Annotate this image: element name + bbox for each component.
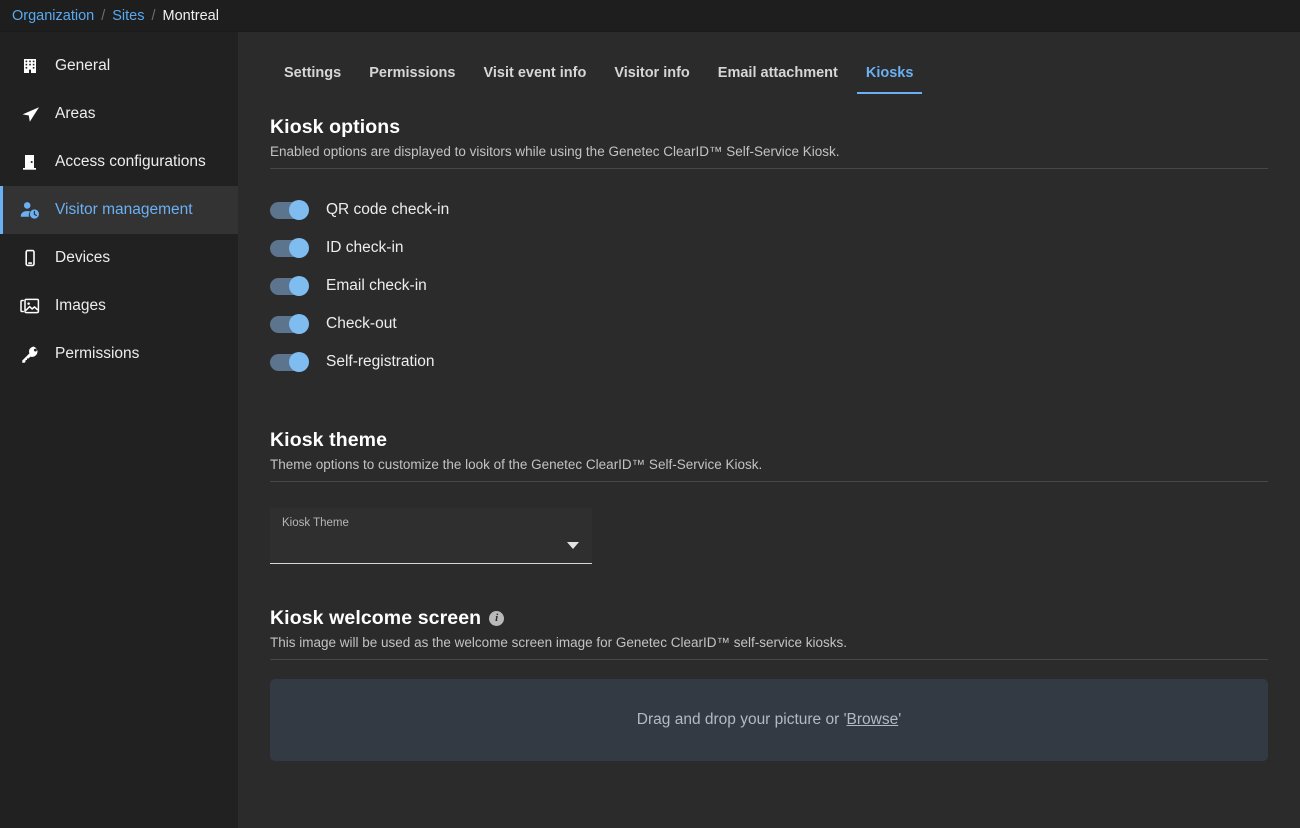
kiosk-welcome-screen-title: Kiosk welcome screen i: [270, 607, 1268, 630]
kiosk-theme-select-value: [282, 533, 580, 551]
toggle-email-check-in[interactable]: [270, 278, 308, 295]
toggle-label: Self-registration: [326, 353, 435, 371]
sidebar-item-label: Access configurations: [55, 153, 206, 171]
chevron-down-icon[interactable]: [567, 542, 579, 549]
key-icon: [17, 341, 43, 367]
browse-link[interactable]: Browse: [847, 711, 899, 729]
toggle-label: Email check-in: [326, 277, 427, 295]
navigation-arrow-icon: [17, 101, 43, 127]
building-icon: [17, 53, 43, 79]
kiosk-theme-select-label: Kiosk Theme: [282, 517, 580, 529]
welcome-screen-dropzone[interactable]: Drag and drop your picture or 'Browse': [270, 679, 1268, 761]
kiosk-theme-description: Theme options to customize the look of t…: [270, 457, 1268, 472]
sidebar-item-visitor-management[interactable]: Visitor management: [0, 186, 238, 234]
sidebar-item-permissions[interactable]: Permissions: [0, 330, 238, 378]
section-divider: [270, 659, 1268, 660]
toggle-row-email-check-in: Email check-in: [270, 267, 1268, 305]
kiosk-theme-select[interactable]: Kiosk Theme: [270, 508, 592, 564]
tab-settings[interactable]: Settings: [270, 65, 355, 94]
toggle-row-check-out: Check-out: [270, 305, 1268, 343]
section-divider: [270, 481, 1268, 482]
sidebar-item-label: Devices: [55, 249, 110, 267]
toggle-knob: [289, 200, 309, 220]
section-divider: [270, 168, 1268, 169]
sidebar-item-devices[interactable]: Devices: [0, 234, 238, 282]
door-icon: [17, 149, 43, 175]
info-icon[interactable]: i: [489, 611, 504, 626]
kiosk-theme-section: Kiosk theme Theme options to customize t…: [270, 429, 1268, 564]
tab-visit-event-info[interactable]: Visit event info: [469, 65, 600, 94]
visitor-clock-icon: [17, 197, 43, 223]
tab-kiosks[interactable]: Kiosks: [852, 65, 928, 94]
sidebar-item-label: Permissions: [55, 345, 139, 363]
toggle-self-registration[interactable]: [270, 354, 308, 371]
sidebar-item-label: Visitor management: [55, 201, 193, 219]
toggle-check-out[interactable]: [270, 316, 308, 333]
kiosk-options-description: Enabled options are displayed to visitor…: [270, 144, 1268, 159]
toggle-label: Check-out: [326, 315, 397, 333]
sidebar: General Areas Access configurations: [0, 32, 238, 828]
toggle-row-qr-code-check-in: QR code check-in: [270, 191, 1268, 229]
sidebar-item-label: Images: [55, 297, 106, 315]
toggle-knob: [289, 314, 309, 334]
kiosk-welcome-screen-section: Kiosk welcome screen i This image will b…: [270, 607, 1268, 761]
tab-permissions[interactable]: Permissions: [355, 65, 469, 94]
kiosk-options-section: Kiosk options Enabled options are displa…: [270, 116, 1268, 381]
toggle-knob: [289, 276, 309, 296]
app-shell: General Areas Access configurations: [0, 32, 1300, 828]
dropzone-text-after: ': [898, 711, 901, 729]
breadcrumb-separator: /: [101, 8, 105, 24]
toggle-knob: [289, 352, 309, 372]
breadcrumb-item-current: Montreal: [163, 8, 219, 24]
sidebar-item-areas[interactable]: Areas: [0, 90, 238, 138]
kiosk-welcome-screen-title-text: Kiosk welcome screen: [270, 607, 481, 630]
sidebar-item-images[interactable]: Images: [0, 282, 238, 330]
sidebar-item-access-configurations[interactable]: Access configurations: [0, 138, 238, 186]
tab-visitor-info[interactable]: Visitor info: [600, 65, 703, 94]
kiosk-options-title: Kiosk options: [270, 116, 1268, 139]
toggle-id-check-in[interactable]: [270, 240, 308, 257]
mobile-device-icon: [17, 245, 43, 271]
toggle-label: ID check-in: [326, 239, 404, 257]
toggle-qr-code-check-in[interactable]: [270, 202, 308, 219]
tab-bar: Settings Permissions Visit event info Vi…: [270, 32, 1268, 94]
breadcrumb-item-sites[interactable]: Sites: [112, 8, 144, 24]
toggle-row-self-registration: Self-registration: [270, 343, 1268, 381]
kiosk-options-toggle-list: QR code check-in ID check-in Email check…: [270, 191, 1268, 381]
kiosk-theme-field-wrap: Kiosk Theme: [270, 508, 1268, 564]
dropzone-text-before: Drag and drop your picture or ': [637, 711, 847, 729]
sidebar-item-label: Areas: [55, 105, 96, 123]
breadcrumb: Organization / Sites / Montreal: [0, 0, 1300, 32]
breadcrumb-item-organization[interactable]: Organization: [12, 8, 94, 24]
main-content: Settings Permissions Visit event info Vi…: [238, 32, 1300, 828]
breadcrumb-separator: /: [152, 8, 156, 24]
toggle-row-id-check-in: ID check-in: [270, 229, 1268, 267]
sidebar-item-label: General: [55, 57, 110, 75]
kiosk-welcome-screen-description: This image will be used as the welcome s…: [270, 635, 1268, 650]
images-icon: [17, 293, 43, 319]
toggle-label: QR code check-in: [326, 201, 449, 219]
kiosk-theme-title: Kiosk theme: [270, 429, 1268, 452]
toggle-knob: [289, 238, 309, 258]
tab-email-attachment[interactable]: Email attachment: [704, 65, 852, 94]
sidebar-item-general[interactable]: General: [0, 42, 238, 90]
